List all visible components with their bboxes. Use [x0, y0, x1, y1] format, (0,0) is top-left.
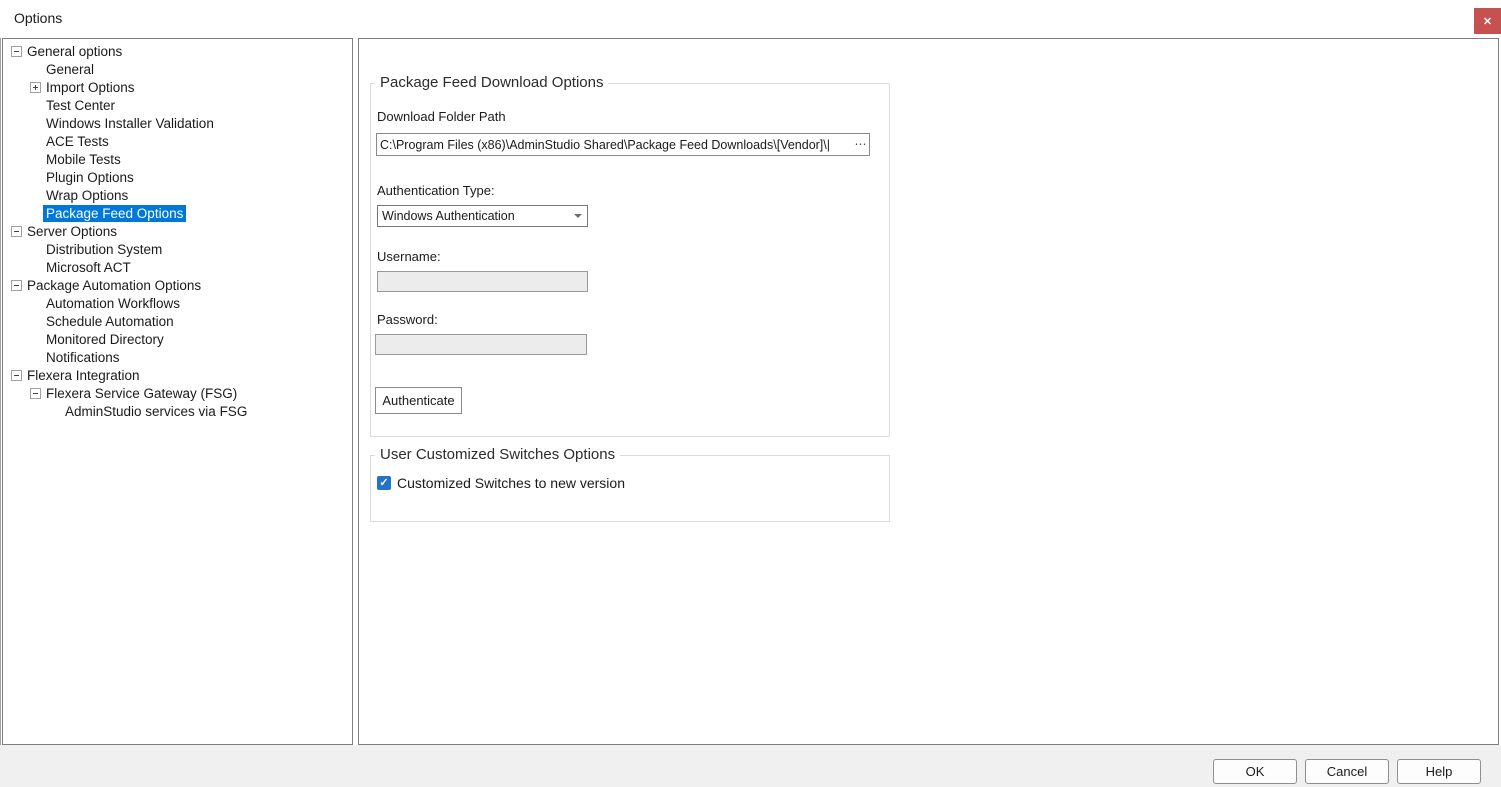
close-button[interactable]: ✕	[1474, 8, 1501, 34]
tree-item-label[interactable]: Windows Installer Validation	[43, 115, 217, 132]
password-field[interactable]	[375, 334, 587, 355]
tree-item-label[interactable]: Automation Workflows	[43, 295, 183, 312]
collapse-icon[interactable]	[11, 226, 22, 237]
cancel-button[interactable]: Cancel	[1305, 759, 1389, 784]
window-left-border	[0, 0, 1, 787]
tree-item-label[interactable]: Notifications	[43, 349, 123, 366]
group-title: User Customized Switches Options	[375, 446, 620, 463]
tree-item-label[interactable]: Monitored Directory	[43, 331, 167, 348]
authentication-type-label: Authentication Type:	[377, 183, 495, 198]
tree-item[interactable]: General options	[3, 42, 352, 60]
tree-item-label[interactable]: Schedule Automation	[43, 313, 177, 330]
tree-item[interactable]: Notifications	[3, 348, 352, 366]
tree-item-label[interactable]: Test Center	[43, 97, 118, 114]
tree-item-label[interactable]: General	[43, 61, 97, 78]
customized-switches-checkbox[interactable]: ✓	[377, 476, 391, 490]
tree-item[interactable]: Microsoft ACT	[3, 258, 352, 276]
authenticate-button[interactable]: Authenticate	[375, 387, 462, 414]
tree-item[interactable]: Plugin Options	[3, 168, 352, 186]
tree-item-label[interactable]: Package Automation Options	[24, 277, 204, 294]
tree-item[interactable]: Mobile Tests	[3, 150, 352, 168]
tree-item-label[interactable]: Flexera Service Gateway (FSG)	[43, 385, 240, 402]
tree-item-label[interactable]: Flexera Integration	[24, 367, 143, 384]
tree-item[interactable]: Automation Workflows	[3, 294, 352, 312]
tree-item[interactable]: Monitored Directory	[3, 330, 352, 348]
collapse-icon[interactable]	[11, 46, 22, 57]
chevron-down-icon	[569, 214, 587, 218]
close-icon: ✕	[1483, 15, 1492, 28]
group-title: Package Feed Download Options	[375, 74, 608, 91]
tree-item-label[interactable]: Import Options	[43, 79, 138, 96]
customized-switches-label: Customized Switches to new version	[397, 475, 625, 491]
tree-item[interactable]: Flexera Service Gateway (FSG)	[3, 384, 352, 402]
tree-item[interactable]: General	[3, 60, 352, 78]
download-folder-path-input[interactable]: C:\Program Files (x86)\AdminStudio Share…	[376, 133, 870, 156]
password-label: Password:	[377, 312, 438, 327]
window-title: Options	[14, 10, 62, 26]
download-folder-path-label: Download Folder Path	[377, 109, 506, 124]
tree-item[interactable]: Import Options	[3, 78, 352, 96]
options-tree: General optionsGeneralImport OptionsTest…	[2, 38, 353, 745]
tree-item[interactable]: Wrap Options	[3, 186, 352, 204]
tree-item[interactable]: Package Automation Options	[3, 276, 352, 294]
tree-item[interactable]: Test Center	[3, 96, 352, 114]
collapse-icon[interactable]	[11, 280, 22, 291]
download-folder-path-value: C:\Program Files (x86)\AdminStudio Share…	[377, 138, 852, 152]
tree-item[interactable]: AdminStudio services via FSG	[3, 402, 352, 420]
browse-ellipsis-button[interactable]: ⋯	[852, 134, 869, 155]
tree-item-label[interactable]: Server Options	[24, 223, 120, 240]
tree-item[interactable]: Windows Installer Validation	[3, 114, 352, 132]
titlebar: Options ✕	[0, 0, 1501, 38]
tree-item-label[interactable]: Mobile Tests	[43, 151, 124, 168]
authentication-type-dropdown[interactable]: Windows Authentication	[377, 205, 588, 227]
ok-button[interactable]: OK	[1213, 759, 1297, 784]
tree-item-label[interactable]: General options	[24, 43, 125, 60]
username-label: Username:	[377, 249, 441, 264]
tree-item[interactable]: Distribution System	[3, 240, 352, 258]
tree-item-label[interactable]: ACE Tests	[43, 133, 112, 150]
tree-item[interactable]: Server Options	[3, 222, 352, 240]
collapse-icon[interactable]	[30, 388, 41, 399]
tree-item-label[interactable]: Microsoft ACT	[43, 259, 134, 276]
tree-item[interactable]: Package Feed Options	[3, 204, 352, 222]
tree-item[interactable]: Schedule Automation	[3, 312, 352, 330]
tree-item-label[interactable]: Package Feed Options	[43, 205, 186, 222]
tree-item-label[interactable]: Plugin Options	[43, 169, 137, 186]
collapse-icon[interactable]	[11, 370, 22, 381]
tree-item-label[interactable]: Wrap Options	[43, 187, 131, 204]
tree-item-label[interactable]: AdminStudio services via FSG	[62, 403, 250, 420]
help-button[interactable]: Help	[1397, 759, 1481, 784]
tree-item-label[interactable]: Distribution System	[43, 241, 165, 258]
authentication-type-value: Windows Authentication	[378, 209, 569, 223]
username-field[interactable]	[377, 271, 588, 292]
customized-switches-row[interactable]: ✓ Customized Switches to new version	[377, 475, 625, 491]
expand-icon[interactable]	[30, 82, 41, 93]
tree-item[interactable]: Flexera Integration	[3, 366, 352, 384]
tree-item[interactable]: ACE Tests	[3, 132, 352, 150]
